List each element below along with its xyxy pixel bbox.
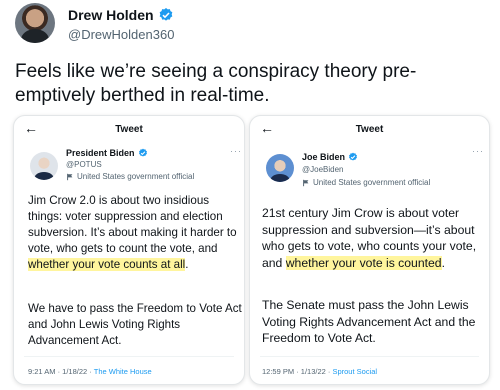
body-text-end: . (441, 255, 445, 270)
government-label-text: United States government official (313, 178, 431, 187)
verified-badge-icon (349, 152, 357, 161)
tweet-body: 21st century Jim Crow is about voter sup… (262, 205, 486, 271)
government-label: United States government official (302, 178, 430, 187)
source-link: Sprout Social (332, 367, 378, 376)
more-icon: ··· (230, 146, 242, 156)
author-name-row: Drew Holden (68, 7, 174, 23)
government-flag-icon (67, 173, 73, 180)
tweet-body: Jim Crow 2.0 is about two insidious thin… (28, 193, 242, 273)
card-header: ← Tweet (14, 116, 244, 142)
tweet-meta: 9:21 AM · 1/18/22 · The White House (28, 367, 152, 376)
potus-name: President Biden (66, 148, 135, 158)
government-flag-icon (303, 179, 309, 186)
card-title: Tweet (355, 124, 384, 135)
card-title: Tweet (115, 124, 143, 135)
potus-handle: @POTUS (66, 160, 102, 169)
tweet-body-2: We have to pass the Freedom to Vote Act … (28, 302, 242, 347)
highlighted-text: whether your vote counts at all (28, 258, 186, 271)
source-link: The White House (93, 367, 152, 376)
government-label-text: United States government official (77, 172, 195, 181)
timestamp: 12:59 PM · 1/13/22 · (262, 367, 333, 376)
potus-avatar (30, 152, 58, 180)
joebiden-avatar (266, 154, 294, 182)
body-text-end: . (185, 258, 189, 271)
joebiden-handle: @JoeBiden (302, 165, 344, 174)
verified-badge-icon (159, 8, 172, 21)
divider (260, 356, 479, 357)
verified-badge-icon (138, 148, 147, 157)
timestamp: 9:21 AM · 1/18/22 · (28, 367, 94, 376)
card-header: ← Tweet (250, 116, 489, 142)
joebiden-name: Joe Biden (302, 152, 346, 162)
body-text: Jim Crow 2.0 is about two insidious thin… (28, 194, 237, 255)
embedded-tweet-potus: ← Tweet President Biden @POTUS United St… (13, 115, 245, 385)
tweet-meta: 12:59 PM · 1/13/22 · Sprout Social (262, 367, 377, 376)
divider (24, 356, 234, 357)
highlighted-text: whether your vote is counted (285, 255, 442, 270)
tweet-text: Feels like we’re seeing a conspiracy the… (15, 61, 417, 106)
tweet-body-2: The Senate must pass the John Lewis Voti… (262, 298, 476, 345)
embedded-tweet-joebiden: ← Tweet Joe Biden @JoeBiden United State… (249, 115, 490, 385)
author-handle[interactable]: @DrewHolden360 (68, 27, 174, 42)
potus-name-row: President Biden (66, 148, 148, 158)
more-icon: ··· (472, 146, 484, 156)
author-avatar[interactable] (15, 3, 55, 43)
author-name[interactable]: Drew Holden (68, 7, 154, 23)
joebiden-name-row: Joe Biden (302, 152, 358, 162)
government-label: United States government official (66, 172, 194, 181)
